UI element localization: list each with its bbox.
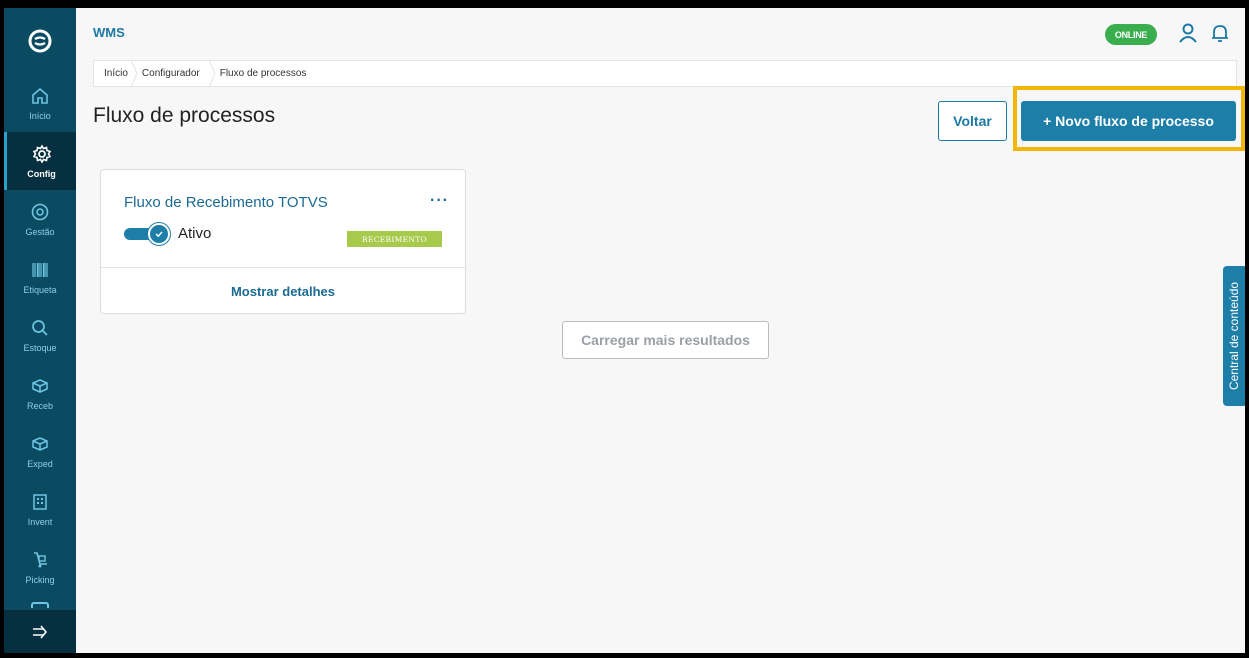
chevron-right-icon xyxy=(128,60,140,87)
sidebar-item-label: Estoque xyxy=(23,343,57,353)
back-button[interactable]: Voltar xyxy=(938,101,1007,141)
show-details-link[interactable]: Mostrar detalhes xyxy=(101,268,465,314)
expand-arrow-icon xyxy=(33,624,48,639)
user-icon xyxy=(1179,23,1197,43)
active-toggle[interactable] xyxy=(124,223,170,245)
sidebar-item-label: Etiqueta xyxy=(23,285,57,295)
target-icon xyxy=(29,201,51,223)
notifications-button[interactable] xyxy=(1209,22,1231,44)
status-badge: ONLINE xyxy=(1105,24,1157,45)
sidebar-item-exped[interactable]: Exped xyxy=(4,422,76,480)
sidebar-item-invent[interactable]: Invent xyxy=(4,480,76,538)
page-title: Fluxo de processos xyxy=(93,104,276,127)
sidebar-item-picking[interactable]: Picking xyxy=(4,538,76,596)
sidebar-item-label: Receb xyxy=(26,401,53,411)
sidebar-item-label: Config xyxy=(27,169,56,179)
sidebar-item-receb[interactable]: Receb xyxy=(4,364,76,422)
content-center-tab[interactable]: Central de conteúdo xyxy=(1223,266,1245,406)
breadcrumb: Início Configurador Fluxo de processos xyxy=(93,60,1237,87)
new-process-flow-button[interactable]: + Novo fluxo de processo xyxy=(1021,101,1236,141)
sidebar-more-item xyxy=(31,602,49,608)
box-icon xyxy=(29,375,51,397)
search-icon xyxy=(29,317,51,339)
chevron-right-icon xyxy=(206,60,218,87)
breadcrumb-item-inicio[interactable]: Início xyxy=(94,61,128,86)
sidebar-expand-button[interactable] xyxy=(4,610,76,653)
breadcrumb-item-current: Fluxo de processos xyxy=(219,68,307,79)
box-icon xyxy=(29,433,51,455)
sidebar-item-label: Exped xyxy=(27,459,53,469)
category-tag: RECEBIMENTO xyxy=(347,231,442,247)
load-more-button[interactable]: Carregar mais resultados xyxy=(562,321,769,359)
sidebar-item-label: Gestão xyxy=(25,227,55,237)
sidebar-item-inicio[interactable]: Início xyxy=(4,74,76,132)
sidebar: Início Config Gestão Etiqueta Estoque Re… xyxy=(4,8,76,653)
sidebar-item-estoque[interactable]: Estoque xyxy=(4,306,76,364)
building-icon xyxy=(29,491,51,513)
barcode-icon xyxy=(29,259,51,281)
app-frame: Início Config Gestão Etiqueta Estoque Re… xyxy=(4,8,1245,653)
user-button[interactable] xyxy=(1177,22,1199,44)
gear-icon xyxy=(31,143,53,165)
hand-truck-icon xyxy=(29,549,51,571)
home-icon xyxy=(29,85,51,107)
bell-icon xyxy=(1212,25,1228,42)
sidebar-item-label: Picking xyxy=(25,575,55,585)
sidebar-item-label: Invent xyxy=(27,517,53,527)
card-title[interactable]: Fluxo de Recebimento TOTVS xyxy=(124,194,328,211)
logo-icon xyxy=(28,29,52,53)
card-menu-button[interactable]: ··· xyxy=(430,192,449,210)
sidebar-item-label: Início xyxy=(29,111,51,121)
sidebar-item-etiqueta[interactable]: Etiqueta xyxy=(4,248,76,306)
process-flow-card: Fluxo de Recebimento TOTVS ··· Ativo REC… xyxy=(100,169,466,314)
sidebar-item-gestao[interactable]: Gestão xyxy=(4,190,76,248)
content-center-label: Central de conteúdo xyxy=(1227,281,1242,391)
breadcrumb-item-configurador[interactable]: Configurador xyxy=(140,61,200,86)
check-icon xyxy=(148,223,170,245)
app-logo[interactable] xyxy=(4,8,76,74)
sidebar-item-config[interactable]: Config xyxy=(4,132,76,190)
toggle-label: Ativo xyxy=(178,225,212,242)
app-title: WMS xyxy=(93,25,125,40)
